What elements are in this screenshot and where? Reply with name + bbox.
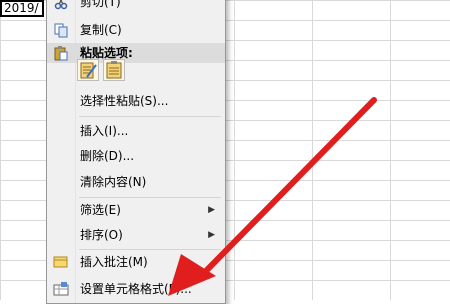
annotation-arrow [168,97,377,296]
